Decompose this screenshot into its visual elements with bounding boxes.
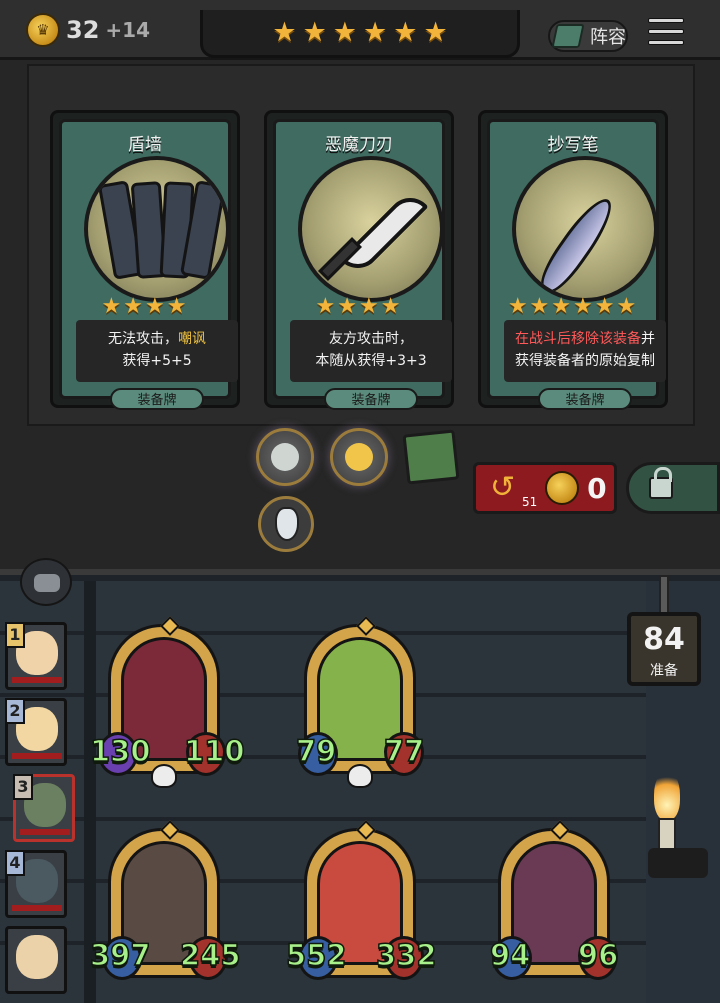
star-icon: ★ (272, 17, 297, 48)
card-name: 恶魔刀刃 (325, 135, 393, 155)
shop-card-demon-blade[interactable]: 恶魔刀刃 ★★★★ 友方攻击时， 本随从获得+3+3 装备牌 (264, 110, 454, 410)
card-type-label: 装备牌 (324, 388, 418, 410)
card-description: 在战斗后移除该装备并 获得装备者的原始复制 (504, 320, 666, 382)
refresh-button[interactable]: ↺ 51 0 (473, 462, 617, 514)
refresh-icon: ↺ (490, 470, 516, 505)
lock-icon (649, 467, 673, 499)
card-stars: ★★★★ (315, 294, 403, 319)
player-portrait-self[interactable]: 3 (13, 774, 75, 842)
minion-health: 77 (383, 733, 425, 769)
coin-icon (545, 471, 580, 505)
card-frame: 抄写笔 ★★★★★★ 在战斗后移除该装备并 获得装备者的原始复制 装备牌 (487, 119, 666, 410)
card-name: 抄写笔 (547, 135, 599, 155)
player-rank: 4 (5, 850, 25, 876)
minion-attack: 397 (89, 937, 151, 973)
potion-icon[interactable] (258, 496, 314, 552)
minion-health: 110 (183, 733, 245, 769)
board-minion[interactable]: 552 332 (285, 820, 437, 996)
tavern-tier-stars: ★ ★ ★ ★ ★ ★ (200, 10, 520, 58)
star-icon: ★ (423, 17, 448, 48)
card-frame: 恶魔刀刃 ★★★★ 友方攻击时， 本随从获得+3+3 装备牌 (273, 119, 452, 410)
minion-attack: 130 (89, 733, 151, 769)
minion-attack: 552 (285, 937, 347, 973)
minion-health: 332 (375, 937, 437, 973)
pocket-watch-relic-icon[interactable] (330, 428, 388, 486)
freeze-shop-button[interactable] (626, 462, 720, 514)
minion-health: 245 (179, 937, 241, 973)
chain (659, 575, 669, 615)
minion-attack: 94 (489, 937, 531, 973)
card-description: 无法攻击，嘲讽 获得+5+5 (76, 320, 238, 382)
candle-holder (648, 848, 708, 878)
demon-blade-art (298, 156, 444, 302)
prepare-timer: 84 准备 (627, 612, 701, 686)
player-rank: 1 (5, 622, 25, 648)
minion-attack: 79 (295, 733, 337, 769)
card-description: 友方攻击时， 本随从获得+3+3 (290, 320, 452, 382)
card-type-label: 装备牌 (538, 388, 632, 410)
player-portrait[interactable] (5, 926, 67, 994)
star-icon: ★ (332, 17, 357, 48)
board-minion[interactable]: 130 110 (89, 616, 245, 792)
card-name: 盾墙 (128, 135, 162, 155)
gold-display: ♛ 32 +14 (26, 13, 150, 47)
refresh-cost: 0 (587, 471, 607, 505)
board-minion[interactable]: 79 77 (295, 616, 425, 792)
lineup-button[interactable]: 阵容 (548, 20, 628, 52)
card-frame: 盾墙 ★★★★ 无法攻击，嘲讽 获得+5+5 装备牌 (59, 119, 238, 410)
quill-art (512, 156, 658, 302)
top-bar: ♛ 32 +14 ★ ★ ★ ★ ★ ★ 阵容 (0, 0, 720, 60)
timer-label: 准备 (650, 663, 678, 679)
shop-card-copy-quill[interactable]: 抄写笔 ★★★★★★ 在战斗后移除该装备并 获得装备者的原始复制 装备牌 (478, 110, 668, 410)
card-stars: ★★★★★★ (507, 294, 639, 319)
player-rank: 2 (5, 698, 25, 724)
spellbook-icon[interactable] (402, 429, 460, 485)
pocket-watch-relic-icon[interactable] (256, 428, 314, 486)
card-stars: ★★★★ (101, 294, 189, 319)
shield-wall-art (84, 156, 230, 302)
star-icon: ★ (302, 17, 327, 48)
star-icon: ★ (393, 17, 418, 48)
skull-icon (347, 764, 373, 788)
gold-income: +14 (105, 18, 150, 42)
menu-icon[interactable] (648, 18, 684, 50)
book-icon (551, 24, 585, 48)
star-icon: ★ (363, 17, 388, 48)
refresh-count: 51 (522, 495, 538, 509)
card-type-label: 装备牌 (110, 388, 204, 410)
shop-card-shield-wall[interactable]: 盾墙 ★★★★ 无法攻击，嘲讽 获得+5+5 装备牌 (50, 110, 240, 410)
lineup-label: 阵容 (590, 27, 626, 48)
minion-health: 96 (577, 937, 619, 973)
chat-button[interactable] (20, 558, 72, 606)
board-minion[interactable]: 397 245 (89, 820, 241, 996)
timer-value: 84 (643, 622, 685, 657)
player-portrait[interactable]: 2 (5, 698, 67, 766)
keyword-taunt: 嘲讽 (178, 331, 206, 347)
player-portrait[interactable]: 1 (5, 622, 67, 690)
flame-icon (654, 770, 680, 820)
player-portrait[interactable]: 4 (5, 850, 67, 918)
gold-amount: 32 (66, 16, 100, 44)
coin-icon: ♛ (26, 13, 60, 47)
skull-icon (151, 764, 177, 788)
player-rank: 3 (13, 774, 33, 800)
chat-icon (34, 574, 60, 592)
board-minion[interactable]: 94 96 (489, 820, 619, 996)
